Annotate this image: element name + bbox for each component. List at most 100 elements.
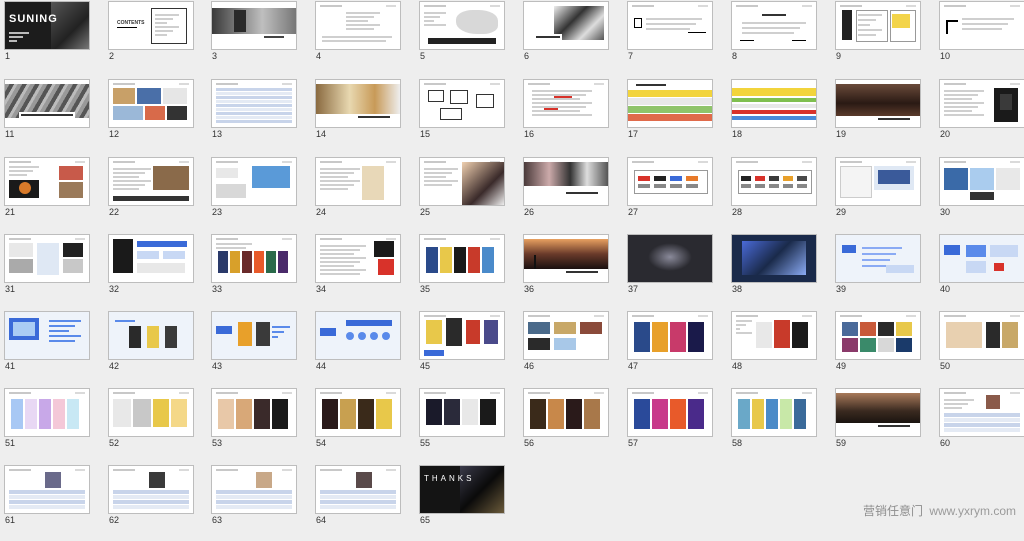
slide-preview[interactable] <box>108 157 194 206</box>
slide-thumbnail-16[interactable]: 16 <box>521 78 625 155</box>
slide-thumbnail-26[interactable]: 26 <box>521 156 625 233</box>
slide-preview[interactable] <box>315 234 401 283</box>
slide-thumbnail-6[interactable]: 6 <box>521 0 625 77</box>
slide-preview[interactable] <box>4 157 90 206</box>
slide-preview[interactable] <box>835 79 921 128</box>
slide-thumbnail-19[interactable]: 19 <box>833 78 937 155</box>
slide-preview[interactable] <box>835 157 921 206</box>
slide-thumbnail-23[interactable]: 23 <box>209 156 313 233</box>
slide-preview[interactable] <box>523 311 609 360</box>
slide-thumbnail-46[interactable]: 46 <box>521 310 625 387</box>
slide-preview[interactable] <box>627 79 713 128</box>
slide-thumbnail-12[interactable]: 12 <box>106 78 210 155</box>
slide-preview[interactable] <box>939 311 1024 360</box>
slide-thumbnail-33[interactable]: 33 <box>209 233 313 310</box>
slide-thumbnail-17[interactable]: 17 <box>625 78 729 155</box>
slide-thumbnail-9[interactable]: 9 <box>833 0 937 77</box>
slide-thumbnail-48[interactable]: 48 <box>729 310 833 387</box>
slide-preview[interactable] <box>939 234 1024 283</box>
slide-preview[interactable] <box>419 157 505 206</box>
slide-preview[interactable] <box>108 465 194 514</box>
slide-thumbnail-64[interactable]: 64 <box>313 464 417 541</box>
slide-preview[interactable] <box>731 157 817 206</box>
slide-preview[interactable] <box>835 311 921 360</box>
slide-preview[interactable] <box>523 157 609 206</box>
slide-preview[interactable] <box>108 388 194 437</box>
slide-thumbnail-8[interactable]: 8 <box>729 0 833 77</box>
slide-thumbnail-39[interactable]: 39 <box>833 233 937 310</box>
slide-preview[interactable] <box>419 1 505 50</box>
slide-thumbnail-13[interactable]: 13 <box>209 78 313 155</box>
slide-thumbnail-58[interactable]: 58 <box>729 387 833 464</box>
slide-thumbnail-18[interactable]: 18 <box>729 78 833 155</box>
slide-preview[interactable] <box>523 79 609 128</box>
slide-preview[interactable] <box>523 1 609 50</box>
slide-thumbnail-55[interactable]: 55 <box>417 387 521 464</box>
slide-preview[interactable] <box>315 311 401 360</box>
slide-thumbnail-32[interactable]: 32 <box>106 233 210 310</box>
slide-preview[interactable] <box>211 1 297 50</box>
slide-preview[interactable] <box>939 1 1024 50</box>
slide-thumbnail-50[interactable]: 50 <box>937 310 1024 387</box>
slide-thumbnail-52[interactable]: 52 <box>106 387 210 464</box>
slide-thumbnail-31[interactable]: 31 <box>2 233 106 310</box>
slide-preview[interactable] <box>4 234 90 283</box>
slide-thumbnail-29[interactable]: 29 <box>833 156 937 233</box>
slide-thumbnail-59[interactable]: 59 <box>833 387 937 464</box>
slide-preview[interactable] <box>419 311 505 360</box>
slide-preview[interactable] <box>835 234 921 283</box>
slide-thumbnail-51[interactable]: 51 <box>2 387 106 464</box>
slide-preview[interactable] <box>939 79 1024 128</box>
slide-preview[interactable] <box>835 388 921 437</box>
slide-preview[interactable] <box>731 311 817 360</box>
slide-preview[interactable] <box>627 1 713 50</box>
slide-thumbnail-54[interactable]: 54 <box>313 387 417 464</box>
slide-preview[interactable]: THANKS <box>419 465 505 514</box>
slide-thumbnail-56[interactable]: 56 <box>521 387 625 464</box>
slide-thumbnail-65[interactable]: THANKS 65 <box>417 464 521 541</box>
slide-thumbnail-61[interactable]: 61 <box>2 464 106 541</box>
slide-preview[interactable] <box>731 79 817 128</box>
slide-thumbnail-53[interactable]: 53 <box>209 387 313 464</box>
slide-thumbnail-25[interactable]: 25 <box>417 156 521 233</box>
slide-thumbnail-63[interactable]: 63 <box>209 464 313 541</box>
slide-thumbnail-20[interactable]: 20 <box>937 78 1024 155</box>
slide-thumbnail-10[interactable]: 10 <box>937 0 1024 77</box>
slide-preview[interactable] <box>108 234 194 283</box>
slide-preview[interactable] <box>211 311 297 360</box>
slide-preview[interactable] <box>731 234 817 283</box>
slide-preview[interactable] <box>627 388 713 437</box>
slide-preview[interactable] <box>419 388 505 437</box>
slide-preview[interactable] <box>4 311 90 360</box>
slide-thumbnail-34[interactable]: 34 <box>313 233 417 310</box>
slide-preview[interactable] <box>731 388 817 437</box>
slide-preview[interactable] <box>419 79 505 128</box>
slide-thumbnail-15[interactable]: 15 <box>417 78 521 155</box>
slide-thumbnail-4[interactable]: 4 <box>313 0 417 77</box>
slide-thumbnail-1[interactable]: SUNING 1 <box>2 0 106 77</box>
slide-preview[interactable] <box>4 465 90 514</box>
slide-thumbnail-14[interactable]: 14 <box>313 78 417 155</box>
slide-thumbnail-11[interactable]: 11 <box>2 78 106 155</box>
slide-preview[interactable] <box>315 157 401 206</box>
slide-thumbnail-35[interactable]: 35 <box>417 233 521 310</box>
slide-thumbnail-38[interactable]: 38 <box>729 233 833 310</box>
slide-preview[interactable] <box>835 1 921 50</box>
slide-preview[interactable] <box>731 1 817 50</box>
slide-thumbnail-43[interactable]: 43 <box>209 310 313 387</box>
slide-preview[interactable] <box>523 234 609 283</box>
slide-thumbnail-57[interactable]: 57 <box>625 387 729 464</box>
slide-thumbnail-3[interactable]: 3 <box>209 0 313 77</box>
slide-preview[interactable] <box>211 388 297 437</box>
slide-preview[interactable] <box>211 157 297 206</box>
slide-thumbnail-42[interactable]: 42 <box>106 310 210 387</box>
slide-thumbnail-45[interactable]: 45 <box>417 310 521 387</box>
slide-preview[interactable] <box>211 79 297 128</box>
slide-thumbnail-24[interactable]: 24 <box>313 156 417 233</box>
slide-preview[interactable] <box>627 234 713 283</box>
slide-thumbnail-60[interactable]: 60 <box>937 387 1024 464</box>
slide-preview[interactable] <box>939 388 1024 437</box>
slide-preview[interactable] <box>627 311 713 360</box>
slide-preview[interactable] <box>211 234 297 283</box>
slide-preview[interactable] <box>315 388 401 437</box>
